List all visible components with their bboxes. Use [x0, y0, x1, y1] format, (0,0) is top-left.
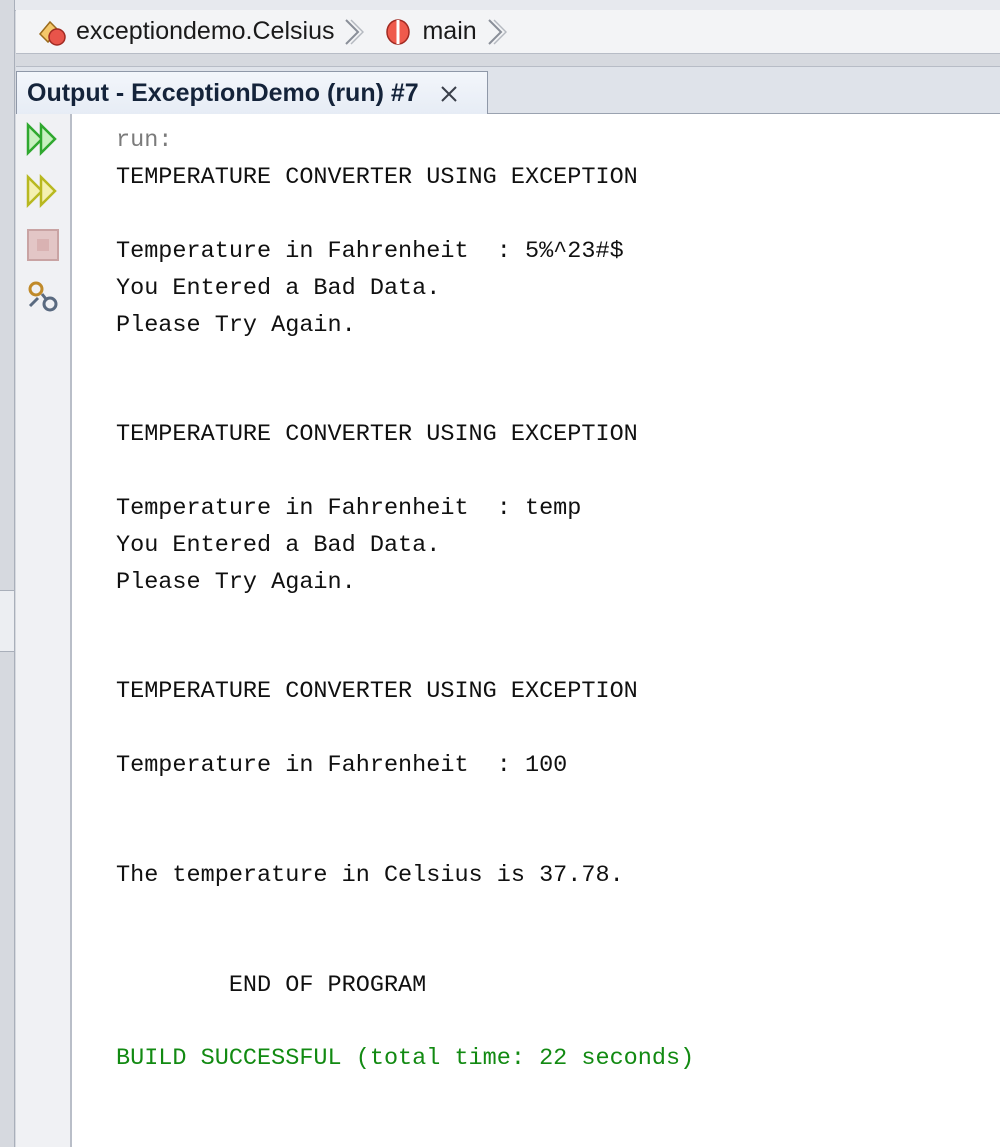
console-line: TEMPERATURE CONVERTER USING EXCEPTION: [116, 421, 638, 448]
console-line: END OF PROGRAM: [116, 972, 427, 999]
console-line: You Entered a Bad Data.: [116, 532, 441, 559]
output-toolbar: [16, 114, 72, 1147]
console-output[interactable]: run: TEMPERATURE CONVERTER USING EXCEPTI…: [116, 114, 996, 1147]
console-line: TEMPERATURE CONVERTER USING EXCEPTION: [116, 164, 638, 191]
build-status-line: BUILD SUCCESSFUL (total time: 22 seconds…: [116, 1045, 695, 1072]
console-line: Please Try Again.: [116, 569, 356, 596]
class-icon: [38, 20, 66, 46]
editor-breadcrumb: exceptiondemo.Celsius main: [16, 10, 1000, 54]
breadcrumb-method-label: main: [422, 17, 477, 45]
breadcrumb-class[interactable]: exceptiondemo.Celsius: [36, 16, 334, 48]
breadcrumb-class-label: exceptiondemo.Celsius: [76, 17, 335, 45]
left-splitter[interactable]: [0, 0, 15, 1147]
console-line: You Entered a Bad Data.: [116, 275, 441, 302]
tab-output[interactable]: Output - ExceptionDemo (run) #7: [16, 71, 488, 115]
tab-output-title: Output - ExceptionDemo (run) #7: [27, 79, 419, 107]
console-line: Temperature in Fahrenheit : temp: [116, 495, 582, 522]
rerun-with-options-icon[interactable]: [24, 172, 62, 210]
console-line: run:: [116, 127, 173, 154]
rerun-icon[interactable]: [24, 120, 62, 158]
console-line: The temperature in Celsius is 37.78.: [116, 862, 624, 889]
splitter-notch: [0, 590, 14, 652]
output-tab-row: Output - ExceptionDemo (run) #7: [16, 66, 1000, 115]
chevron-right-icon: [345, 18, 365, 45]
close-icon[interactable]: [439, 84, 459, 104]
console-line: Temperature in Fahrenheit : 5%^23#$: [116, 238, 624, 265]
chevron-right-icon: [487, 18, 507, 45]
console-line: Temperature in Fahrenheit : 100: [116, 752, 568, 779]
method-icon: [386, 18, 411, 45]
settings-icon[interactable]: [24, 278, 62, 316]
stop-icon[interactable]: [24, 226, 62, 264]
console-line: TEMPERATURE CONVERTER USING EXCEPTION: [116, 678, 638, 705]
console-line: Please Try Again.: [116, 312, 356, 339]
output-panel: run: TEMPERATURE CONVERTER USING EXCEPTI…: [16, 114, 1000, 1147]
breadcrumb-method[interactable]: main: [382, 16, 477, 48]
